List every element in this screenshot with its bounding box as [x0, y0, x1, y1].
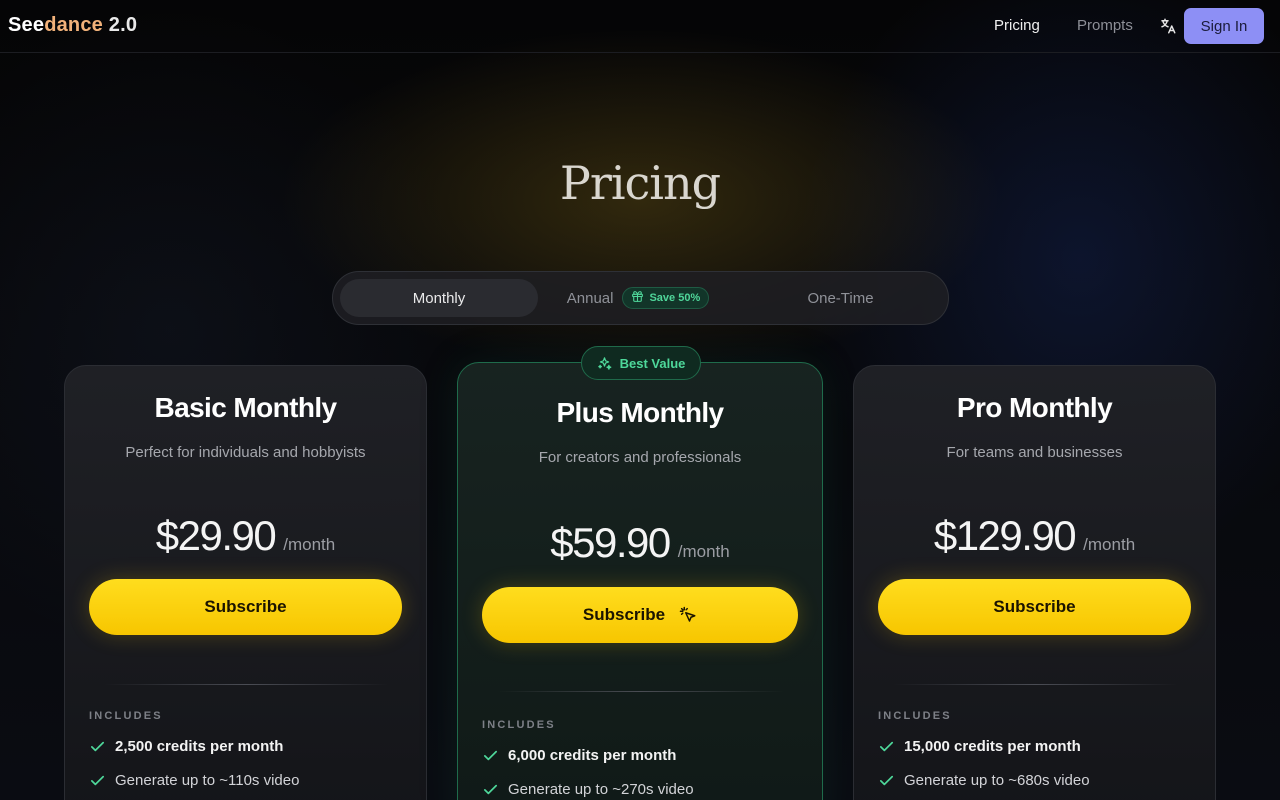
billing-option-annual[interactable]: Annual Save 50% — [538, 279, 738, 317]
subscribe-button-pro[interactable]: Subscribe — [878, 579, 1191, 635]
plan-name: Pro Monthly — [956, 392, 1113, 423]
save-badge-text: Save 50% — [649, 292, 701, 304]
subscribe-button-label: Subscribe — [993, 597, 1076, 616]
gift-icon — [631, 290, 644, 306]
plan-description: For creators and professionals — [538, 449, 742, 466]
brand-logo-part-see: See — [8, 14, 45, 36]
feature-text: 15,000 credits per month — [904, 738, 1081, 755]
plan-name: Plus Monthly — [556, 397, 724, 428]
price-period: /month — [677, 542, 730, 561]
billing-option-monthly[interactable]: Monthly — [340, 279, 538, 317]
sign-in-button[interactable]: Sign In — [1184, 8, 1264, 44]
price-period: /month — [283, 535, 336, 554]
billing-option-one-time[interactable]: One-Time — [738, 279, 943, 317]
plan-description: Perfect for individuals and hobbyists — [125, 444, 366, 461]
save-badge: Save 50% — [622, 287, 710, 309]
billing-period-toggle: Monthly Annual Save 50% One-Time — [332, 271, 949, 325]
plan-price: $129.90 /month — [854, 512, 1215, 560]
check-icon — [879, 741, 894, 752]
price-amount: $59.90 — [550, 519, 671, 566]
feature-item: 2,500 credits per month — [89, 738, 283, 755]
feature-text: 2,500 credits per month — [115, 738, 284, 755]
subscribe-button-label: Subscribe — [204, 597, 287, 616]
feature-text: Generate up to ~680s video — [904, 772, 1090, 789]
includes-label: INCLUDES — [878, 710, 952, 722]
translate-icon[interactable] — [1159, 17, 1177, 35]
price-period: /month — [1083, 535, 1136, 554]
brand-logo-part-dance: dance — [44, 14, 103, 36]
plan-card-basic: Basic Monthly Perfect for individuals an… — [64, 365, 427, 800]
feature-item: 6,000 credits per month — [482, 747, 676, 764]
page-title: Pricing — [559, 156, 721, 210]
feature-text: 6,000 credits per month — [508, 747, 677, 764]
card-divider — [894, 684, 1177, 685]
pointer-click-icon — [679, 606, 696, 622]
price-amount: $29.90 — [155, 512, 277, 559]
check-icon — [90, 741, 105, 752]
nav-link-pricing[interactable]: Pricing — [994, 17, 1040, 34]
top-navbar: Seedance 2.0 Pricing Prompts Sign In — [0, 0, 1280, 53]
feature-text: Generate up to ~270s video — [508, 781, 694, 798]
includes-label: INCLUDES — [89, 710, 163, 722]
feature-item: 15,000 credits per month — [878, 738, 1081, 755]
feature-item: Generate up to ~270s video — [482, 781, 694, 798]
billing-option-one-time-label: One-Time — [807, 289, 874, 307]
feature-text: Generate up to ~110s video — [115, 772, 300, 789]
best-value-badge-text: Best Value — [619, 355, 686, 371]
feature-item: Generate up to ~110s video — [89, 772, 299, 789]
best-value-badge: Best Value — [581, 346, 701, 380]
nav-link-prompts[interactable]: Prompts — [1077, 17, 1133, 34]
plan-name: Basic Monthly — [154, 392, 337, 423]
check-icon — [879, 775, 894, 786]
plan-card-pro: Pro Monthly For teams and businesses $12… — [853, 365, 1216, 800]
billing-option-monthly-label: Monthly — [412, 289, 466, 307]
check-icon — [483, 784, 498, 795]
brand-logo[interactable]: Seedance 2.0 — [8, 14, 137, 37]
billing-option-annual-label: Annual — [566, 289, 614, 307]
plan-price: $29.90 /month — [65, 512, 426, 560]
feature-item: Generate up to ~680s video — [878, 772, 1090, 789]
brand-logo-part-version: 2.0 — [103, 14, 138, 36]
check-icon — [483, 750, 498, 761]
check-icon — [90, 775, 105, 786]
plan-card-plus: Best Value Plus Monthly For creators and… — [457, 346, 823, 800]
card-divider — [105, 684, 388, 685]
sparkles-icon — [597, 356, 611, 370]
includes-label: INCLUDES — [482, 719, 556, 731]
price-amount: $129.90 — [933, 512, 1077, 559]
plan-description: For teams and businesses — [946, 444, 1123, 461]
card-divider — [498, 691, 784, 692]
subscribe-button-basic[interactable]: Subscribe — [89, 579, 402, 635]
subscribe-button-plus[interactable]: Subscribe — [482, 587, 798, 643]
plan-price: $59.90 /month — [458, 519, 822, 567]
subscribe-button-label: Subscribe — [582, 605, 666, 624]
